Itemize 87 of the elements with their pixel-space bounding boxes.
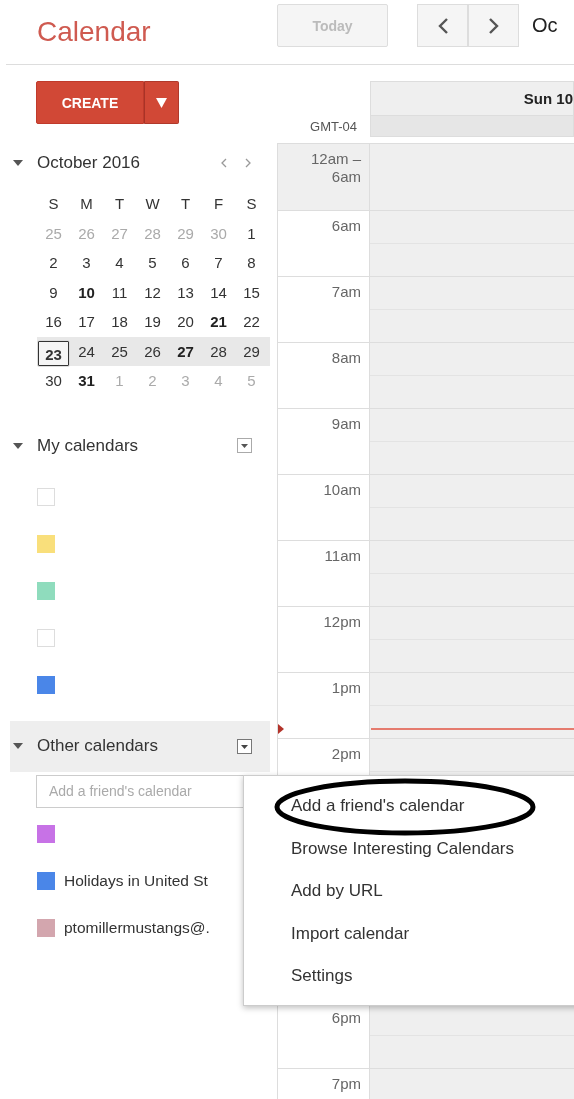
day-number[interactable]: 24 [70, 337, 103, 365]
calendar-checkbox[interactable] [37, 535, 55, 553]
calendar-checkbox[interactable] [37, 825, 55, 843]
weekday-label: T [113, 194, 126, 215]
next-button[interactable] [468, 4, 519, 47]
weekday-label: S [47, 194, 60, 215]
day-number[interactable]: 4 [103, 249, 136, 277]
day-number[interactable]: 17 [70, 308, 103, 336]
time-label: 6pm [331, 1009, 361, 1026]
chevron-left-icon [436, 16, 449, 35]
dropdown-icon[interactable] [237, 738, 252, 754]
calendar-checkbox[interactable] [37, 629, 55, 647]
section-title: My calendars [37, 435, 140, 456]
menu-item[interactable]: Add by URL [244, 870, 383, 913]
menu-item[interactable]: Browse Interesting Calendars [244, 827, 514, 870]
calendar-name[interactable]: Holidays in United St [64, 872, 208, 890]
time-label: 12am – 6am [310, 150, 361, 185]
day-number[interactable]: 13 [169, 278, 202, 306]
day-number[interactable]: 1 [235, 219, 268, 247]
create-button[interactable]: CREATE [36, 81, 144, 124]
day-number[interactable]: 11 [103, 278, 136, 306]
time-label: 12pm [323, 613, 361, 630]
menu-item[interactable]: Import calendar [244, 912, 410, 955]
day-number[interactable]: 7 [202, 249, 235, 277]
day-number[interactable]: 31 [70, 367, 103, 395]
date-range-label: Oc [532, 14, 558, 37]
calendar-checkbox[interactable] [37, 582, 55, 600]
day-number[interactable]: 6 [169, 249, 202, 277]
day-number[interactable]: 29 [235, 337, 268, 365]
day-number[interactable]: 15 [235, 278, 268, 306]
weekday-label: W [144, 194, 161, 215]
day-number[interactable]: 28 [202, 337, 235, 365]
dropdown-icon[interactable] [237, 438, 252, 453]
day-number[interactable]: 20 [169, 308, 202, 336]
caret-icon[interactable] [13, 160, 23, 166]
day-number[interactable]: 5 [136, 249, 169, 277]
day-number[interactable]: 21 [202, 308, 235, 336]
day-number[interactable]: 25 [103, 337, 136, 365]
timezone-label: GMT-04 [310, 118, 357, 134]
time-label: 6am [331, 217, 361, 234]
time-label: 9am [331, 415, 361, 432]
day-number[interactable]: 27 [169, 337, 202, 365]
calendar-checkbox[interactable] [37, 488, 55, 506]
chevron-right-icon[interactable] [244, 158, 252, 168]
month-title: October 2016 [37, 153, 141, 173]
all-day-row[interactable] [370, 115, 574, 137]
day-number[interactable]: 26 [136, 337, 169, 365]
caret-icon[interactable] [13, 743, 23, 749]
weekday-label: M [79, 194, 94, 215]
weekday-label: S [245, 194, 258, 215]
section-title: Other calendars [37, 736, 159, 756]
time-label: 7am [331, 283, 361, 300]
chevron-right-icon [487, 16, 500, 35]
day-number[interactable]: 22 [235, 308, 268, 336]
calendar-name[interactable]: ptomillermustangs@. [64, 919, 210, 937]
create-dropdown-button[interactable] [144, 81, 179, 124]
day-number[interactable]: 16 [37, 308, 70, 336]
day-number[interactable]: 2 [37, 249, 70, 277]
time-label: 1pm [331, 679, 361, 696]
day-number[interactable]: 10 [70, 278, 103, 306]
time-label: 8am [331, 349, 361, 366]
chevron-left-icon[interactable] [220, 158, 228, 168]
day-number[interactable]: 18 [103, 308, 136, 336]
calendar-checkbox[interactable] [37, 919, 55, 937]
weekday-label: T [179, 194, 192, 215]
day-number[interactable]: 23 [37, 339, 70, 367]
day-number[interactable]: 8 [235, 249, 268, 277]
day-number[interactable]: 14 [202, 278, 235, 306]
app-title: Calendar [37, 16, 151, 47]
caret-icon[interactable] [13, 442, 23, 449]
calendar-checkbox[interactable] [37, 872, 55, 890]
day-number[interactable]: 19 [136, 308, 169, 336]
time-label: 7pm [331, 1075, 361, 1092]
day-number[interactable]: 3 [70, 249, 103, 277]
previous-button[interactable] [417, 4, 468, 47]
calendar-checkbox[interactable] [37, 676, 55, 694]
caret-icon [156, 97, 167, 108]
menu-item[interactable]: Settings [244, 955, 353, 998]
day-number[interactable]: 12 [136, 278, 169, 306]
day-header[interactable]: Sun 10 [370, 81, 574, 115]
time-label: 10am [323, 481, 361, 498]
weekday-label: F [212, 194, 225, 215]
current-time-marker-icon [278, 724, 284, 734]
time-label: 2pm [331, 745, 361, 762]
day-number[interactable]: 30 [37, 367, 70, 395]
day-number[interactable]: 9 [37, 278, 70, 306]
time-label: 11am [324, 547, 361, 564]
